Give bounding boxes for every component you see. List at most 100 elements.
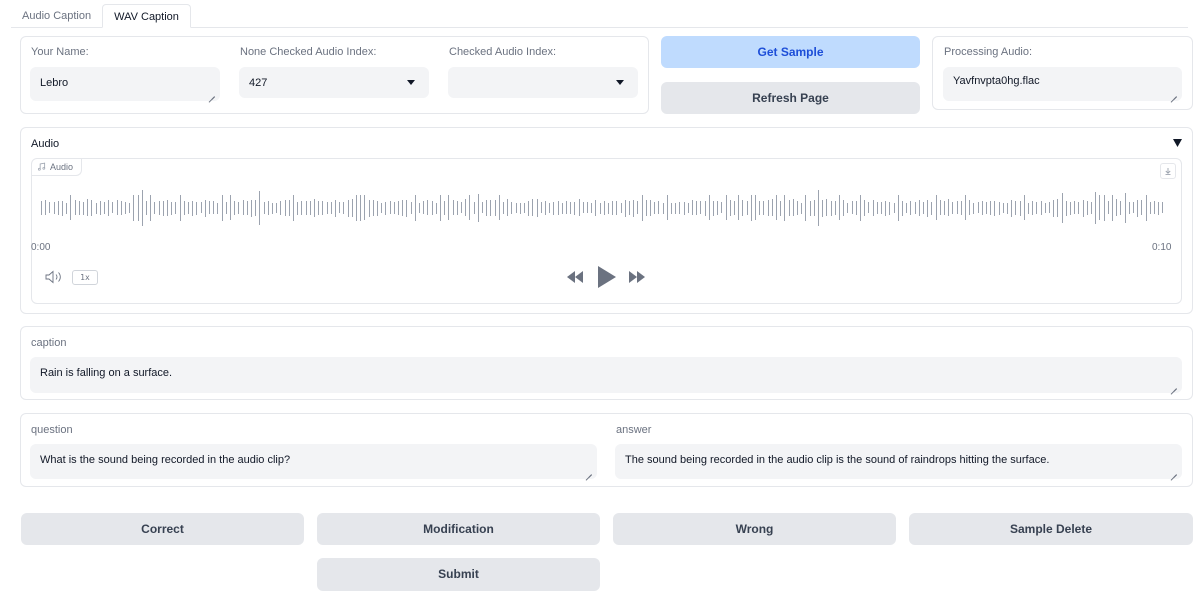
waveform-bar <box>158 201 160 215</box>
waveform-bar <box>242 200 244 215</box>
waveform-bar <box>834 201 836 215</box>
resize-handle-icon[interactable] <box>1170 468 1177 475</box>
waveform-bar <box>427 200 429 215</box>
waveform-bar <box>343 202 345 214</box>
waveform-bar <box>553 202 555 215</box>
waveform-bar <box>570 202 572 214</box>
waveform-bar <box>767 200 769 216</box>
waveform-bar <box>360 195 362 221</box>
waveform-bar <box>788 200 790 216</box>
processing-audio-field[interactable]: Yavfnvpta0hg.flac <box>943 67 1182 101</box>
checked-index-dropdown[interactable] <box>448 67 638 98</box>
waveform-bar <box>456 201 458 215</box>
waveform-bar <box>918 200 920 216</box>
waveform-bar <box>771 199 773 216</box>
unchecked-index-dropdown[interactable]: 427 <box>239 67 429 98</box>
waveform-bar <box>965 195 966 220</box>
waveform-bar <box>305 201 307 215</box>
waveform-bar <box>326 202 328 214</box>
name-value: Lebro <box>40 77 69 89</box>
waveform-bar <box>515 203 517 213</box>
waveform-bar <box>179 195 181 221</box>
waveform-bar <box>986 202 987 214</box>
waveform-bar <box>973 203 975 214</box>
waveform-bar <box>267 201 269 215</box>
collapse-triangle-icon[interactable] <box>1173 139 1182 147</box>
waveform-bar <box>1032 201 1034 215</box>
wrong-button[interactable]: Wrong <box>613 513 896 545</box>
waveform-bar <box>704 201 706 216</box>
tab-wav-caption[interactable]: WAV Caption <box>102 4 191 28</box>
sample-delete-button[interactable]: Sample Delete <box>909 513 1193 545</box>
submit-button[interactable]: Submit <box>317 558 600 591</box>
correct-button[interactable]: Correct <box>21 513 304 545</box>
waveform-bar <box>561 203 563 214</box>
waveform-bar <box>503 202 504 214</box>
waveform-bar <box>956 201 958 214</box>
waveform-bar <box>225 202 227 214</box>
time-start: 0:00 <box>31 242 51 253</box>
waveform-bar <box>452 200 454 215</box>
waveform-bar <box>41 201 42 215</box>
waveform-bar <box>297 202 299 215</box>
waveform-bar <box>587 202 588 213</box>
waveform-bar <box>213 201 215 214</box>
waveform-bar <box>797 201 798 215</box>
waveform-bar <box>171 202 173 215</box>
waveform[interactable] <box>41 188 1169 228</box>
waveform-bar <box>62 201 63 216</box>
rewind-icon[interactable] <box>566 271 584 283</box>
waveform-bar <box>784 195 786 221</box>
waveform-bar <box>826 199 828 216</box>
waveform-bar <box>200 202 202 213</box>
processing-label: Processing Audio: <box>944 46 1033 58</box>
waveform-bar <box>658 201 660 214</box>
resize-handle-icon[interactable] <box>208 90 215 97</box>
time-end: 0:10 <box>1152 242 1172 253</box>
waveform-bar <box>910 201 912 215</box>
resize-handle-icon[interactable] <box>1170 90 1177 97</box>
waveform-bar <box>734 201 735 215</box>
processing-audio-value: Yavfnvpta0hg.flac <box>953 75 1040 87</box>
waveform-bar <box>683 202 685 215</box>
waveform-bar <box>549 203 551 213</box>
answer-textarea[interactable]: The sound being recorded in the audio cl… <box>615 444 1182 479</box>
waveform-bar <box>1057 199 1059 217</box>
waveform-bar <box>1120 201 1122 215</box>
refresh-page-button[interactable]: Refresh Page <box>661 82 920 114</box>
get-sample-button[interactable]: Get Sample <box>661 36 920 68</box>
volume-icon[interactable] <box>45 270 65 284</box>
waveform-bar <box>994 201 996 216</box>
tab-audio-caption[interactable]: Audio Caption <box>11 4 102 28</box>
resize-handle-icon[interactable] <box>585 468 592 475</box>
waveform-bar <box>364 195 366 220</box>
waveform-bar <box>482 202 483 213</box>
waveform-bar <box>902 201 903 216</box>
question-value: What is the sound being recorded in the … <box>40 454 291 466</box>
waveform-bar <box>74 200 76 215</box>
waveform-bar <box>809 201 811 216</box>
waveform-bar <box>931 202 933 215</box>
waveform-bar <box>99 201 101 215</box>
waveform-bar <box>507 199 509 216</box>
play-icon[interactable] <box>597 266 617 288</box>
waveform-bar <box>393 202 395 214</box>
waveform-bar <box>1091 202 1092 214</box>
waveform-bar <box>914 202 916 214</box>
fast-forward-icon[interactable] <box>628 271 646 283</box>
waveform-bar <box>713 201 714 216</box>
resize-handle-icon[interactable] <box>1170 382 1177 389</box>
waveform-bar <box>53 202 55 214</box>
download-button[interactable] <box>1160 163 1176 179</box>
playback-speed-button[interactable]: 1x <box>72 270 98 285</box>
modification-button[interactable]: Modification <box>317 513 600 545</box>
waveform-bar <box>423 201 425 214</box>
waveform-bar <box>532 199 534 216</box>
waveform-bar <box>818 190 819 226</box>
waveform-bar <box>633 200 635 217</box>
caption-textarea[interactable]: Rain is falling on a surface. <box>30 357 1182 393</box>
waveform-bar <box>251 200 252 217</box>
name-input[interactable]: Lebro <box>30 67 220 101</box>
question-textarea[interactable]: What is the sound being recorded in the … <box>30 444 597 479</box>
chevron-down-icon <box>407 80 415 85</box>
